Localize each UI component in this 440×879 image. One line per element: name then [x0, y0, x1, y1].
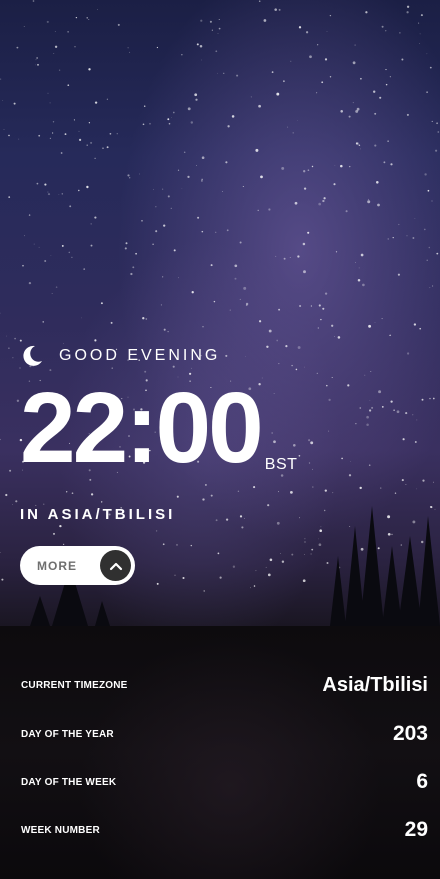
greeting: GOOD EVENING: [20, 342, 220, 370]
hero-background: GOOD EVENING 22:00 BST IN ASIA/TBILISI M…: [0, 0, 440, 626]
detail-value: 29: [404, 818, 428, 841]
greeting-text: GOOD EVENING: [59, 347, 221, 364]
detail-row-timezone: CURRENT TIMEZONE Asia/Tbilisi: [21, 674, 428, 697]
detail-label: CURRENT TIMEZONE: [21, 680, 128, 691]
detail-value: Asia/Tbilisi: [322, 674, 428, 696]
detail-label: WEEK NUMBER: [21, 824, 100, 836]
detail-value: 203: [392, 722, 428, 745]
detail-value: 6: [416, 770, 428, 793]
clock: 22:00 BST: [20, 378, 297, 478]
detail-label: DAY OF THE WEEK: [21, 776, 117, 788]
detail-row-day-of-week: DAY OF THE WEEK 6: [21, 770, 428, 794]
more-button-label: MORE: [37, 558, 77, 573]
moon-icon: [20, 344, 44, 368]
current-time: 22:00: [20, 372, 264, 484]
chevron-up-icon: [100, 550, 131, 581]
detail-label: DAY OF THE YEAR: [21, 728, 114, 740]
details-panel: CURRENT TIMEZONE Asia/Tbilisi DAY OF THE…: [0, 626, 440, 879]
more-button[interactable]: MORE: [20, 546, 135, 585]
timezone-abbreviation: BST: [264, 456, 298, 473]
location-label: IN ASIA/TBILISI: [20, 506, 176, 523]
detail-row-day-of-year: DAY OF THE YEAR 203: [21, 722, 428, 746]
detail-row-week-number: WEEK NUMBER 29: [21, 818, 428, 842]
